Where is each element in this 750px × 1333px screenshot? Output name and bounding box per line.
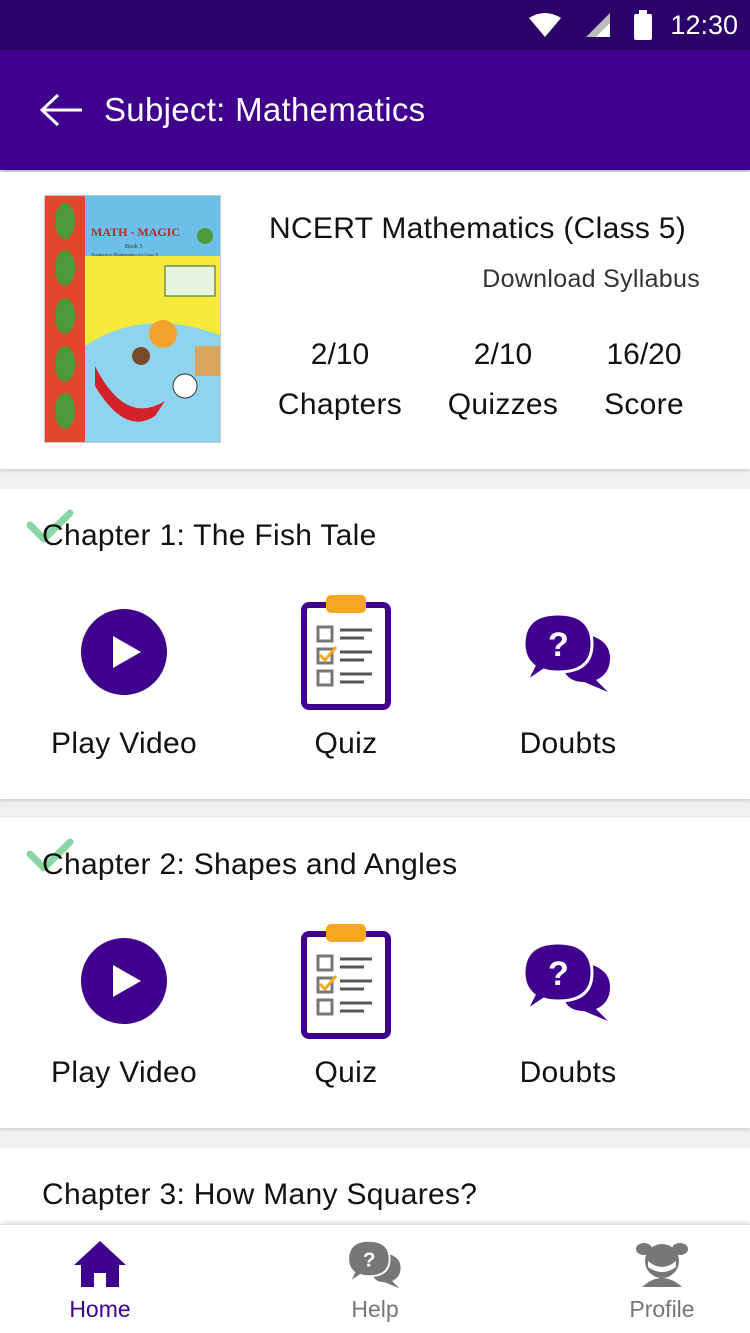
chapter-title: Chapter 1: The Fish Tale xyxy=(42,519,377,552)
doubts-button[interactable]: ? Doubts xyxy=(488,587,648,761)
chapter-title: Chapter 2: Shapes and Angles xyxy=(42,848,458,881)
clipboard-quiz-icon xyxy=(301,595,391,710)
home-icon xyxy=(74,1241,126,1287)
cover-title: MATH - MAGIC xyxy=(91,225,180,239)
svg-text:?: ? xyxy=(548,626,569,664)
download-syllabus-link[interactable]: Download Syllabus xyxy=(482,265,700,294)
app-bar: Subject: Mathematics xyxy=(0,50,750,170)
doubts-button[interactable]: ? Doubts xyxy=(488,916,648,1090)
doubts-label: Doubts xyxy=(519,727,617,760)
play-video-label: Play Video xyxy=(51,727,197,760)
wifi-icon xyxy=(528,12,562,38)
quiz-button[interactable]: Quiz xyxy=(276,916,416,1090)
help-chat-icon: ? xyxy=(347,1239,401,1289)
stat-score: 16/20 Score xyxy=(590,338,698,422)
cover-subtitle: Textbook in Mathematics for Class V xyxy=(91,252,159,257)
chapter-card-1: Chapter 1: The Fish Tale Play Video Quiz… xyxy=(0,489,750,799)
subject-summary-card: MATH - MAGIC Book 5 Textbook in Mathemat… xyxy=(0,172,750,469)
nav-home[interactable]: Home xyxy=(50,1239,150,1323)
svg-text:?: ? xyxy=(548,955,569,993)
nav-profile[interactable]: Profile xyxy=(612,1239,712,1323)
book-cover-image: MATH - MAGIC Book 5 Textbook in Mathemat… xyxy=(44,195,221,443)
quiz-button[interactable]: Quiz xyxy=(276,587,416,761)
back-arrow-icon[interactable] xyxy=(40,88,84,132)
status-time: 12:30 xyxy=(670,9,738,40)
doubts-label: Doubts xyxy=(519,1056,617,1089)
nav-help-label: Help xyxy=(351,1296,399,1322)
stat-quizzes: 2/10 Quizzes xyxy=(440,338,566,422)
cover-book-number: Book 5 xyxy=(125,244,143,250)
bottom-navigation: Home ? Help Profile xyxy=(0,1224,750,1333)
play-video-label: Play Video xyxy=(51,1056,197,1089)
chat-question-icon: ? xyxy=(522,612,610,692)
chat-question-icon: ? xyxy=(522,941,610,1021)
stat-chapters: 2/10 Chapters xyxy=(270,338,410,422)
stat-label: Chapters xyxy=(277,388,403,421)
stat-value: 2/10 xyxy=(473,338,533,371)
chapter-title: Chapter 3: How Many Squares? xyxy=(42,1178,478,1211)
book-title: NCERT Mathematics (Class 5) xyxy=(269,212,687,245)
quiz-label: Quiz xyxy=(314,1056,378,1089)
nav-profile-label: Profile xyxy=(629,1296,695,1322)
stat-value: 16/20 xyxy=(606,338,682,371)
nav-help[interactable]: ? Help xyxy=(325,1239,425,1323)
play-icon xyxy=(81,938,167,1024)
stat-label: Quizzes xyxy=(447,388,559,421)
battery-icon xyxy=(634,10,653,40)
nav-home-label: Home xyxy=(69,1296,131,1322)
chapter-card-2: Chapter 2: Shapes and Angles Play Video … xyxy=(0,818,750,1128)
page-title: Subject: Mathematics xyxy=(104,91,426,128)
play-video-button[interactable]: Play Video xyxy=(34,916,214,1090)
status-bar: 12:30 xyxy=(0,0,750,50)
play-icon xyxy=(81,609,167,695)
cellular-signal-icon xyxy=(584,12,612,38)
stat-value: 2/10 xyxy=(310,338,370,371)
clipboard-quiz-icon xyxy=(301,924,391,1039)
svg-text:?: ? xyxy=(363,1248,376,1271)
quiz-label: Quiz xyxy=(314,727,378,760)
stat-label: Score xyxy=(604,388,684,421)
profile-avatar-icon xyxy=(636,1243,688,1287)
play-video-button[interactable]: Play Video xyxy=(34,587,214,761)
